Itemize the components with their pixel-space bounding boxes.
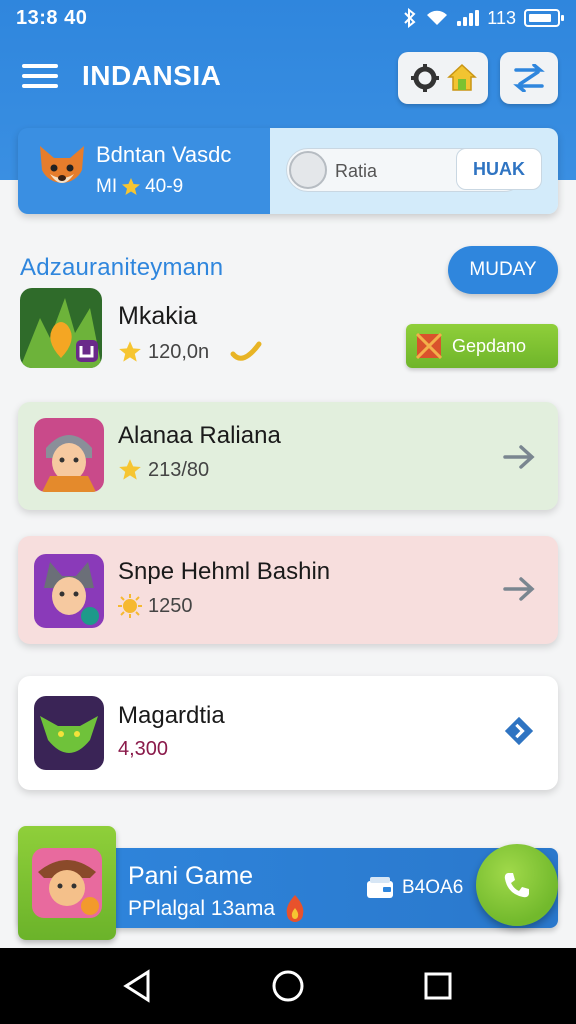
banner-subtitle: PPlalgal 13ama bbox=[128, 897, 276, 920]
game-score-1: 120,0n bbox=[118, 338, 263, 366]
recents-icon[interactable] bbox=[420, 968, 456, 1004]
game-icon-1[interactable] bbox=[20, 288, 102, 368]
sun-icon bbox=[118, 594, 142, 618]
arrow-right-icon[interactable] bbox=[502, 442, 536, 472]
banner-meta: B4OA6 bbox=[366, 876, 463, 900]
profile-card: Bdntan Vasdc MI 40-9 Ratia HUAK bbox=[18, 128, 558, 214]
banner-subtitle-row: PPlalgal 13ama bbox=[128, 894, 307, 924]
fox-avatar-icon bbox=[40, 146, 84, 183]
game-icon-3 bbox=[34, 554, 104, 628]
box-icon bbox=[416, 333, 442, 359]
game-score-3: 1250 bbox=[118, 594, 193, 618]
check-badge-icon bbox=[230, 341, 262, 361]
battery-icon bbox=[524, 9, 564, 27]
game-score-2: 213/80 bbox=[118, 458, 209, 482]
star-icon bbox=[122, 178, 141, 195]
game-card-3[interactable]: Snpe Hehml Bashin 1250 bbox=[18, 536, 558, 644]
profile-stats: MI 40-9 bbox=[96, 176, 183, 198]
toggle-label: Ratia bbox=[335, 161, 378, 181]
phone-icon bbox=[504, 873, 529, 898]
banner-meta-value: B4OA6 bbox=[402, 877, 464, 898]
game-name-1: Mkakia bbox=[118, 302, 198, 330]
battery-percent: 113 bbox=[487, 7, 516, 28]
back-icon[interactable] bbox=[120, 968, 156, 1004]
swap-button[interactable] bbox=[500, 52, 558, 104]
game-score-value: 4,300 bbox=[118, 738, 169, 760]
game-score-4: 4,300 bbox=[118, 738, 168, 761]
status-bar: 13:8 40 113 bbox=[0, 0, 576, 36]
status-time: 13:8 40 bbox=[16, 6, 88, 29]
game-icon-2 bbox=[34, 418, 104, 492]
banner-title: Pani Game bbox=[128, 862, 254, 890]
toggle-knob bbox=[289, 151, 327, 189]
profile-controls: Ratia HUAK bbox=[270, 128, 558, 214]
arrow-right-icon[interactable] bbox=[502, 574, 536, 604]
game-score-value: 213/80 bbox=[148, 458, 210, 481]
settings-icon bbox=[411, 64, 439, 92]
home-icon bbox=[447, 63, 477, 91]
home-nav-icon[interactable] bbox=[270, 968, 306, 1004]
deploy-label: Gepdano bbox=[452, 335, 527, 356]
featured-game-icon[interactable] bbox=[18, 826, 116, 940]
game-name-2: Alanaa Raliana bbox=[118, 422, 281, 449]
star-icon bbox=[119, 459, 141, 480]
game-name-4: Magardtia bbox=[118, 702, 225, 729]
game-name-3: Snpe Hehml Bashin bbox=[118, 558, 331, 585]
star-icon bbox=[119, 341, 141, 362]
status-icons: 113 bbox=[403, 7, 564, 29]
signal-icon bbox=[457, 10, 480, 26]
profile-level: MI bbox=[96, 176, 118, 197]
game-icon-4 bbox=[34, 696, 104, 770]
app-title: INDANSIA bbox=[82, 60, 222, 91]
swap-icon bbox=[513, 64, 545, 92]
profile-stars: 40-9 bbox=[145, 176, 184, 197]
menu-icon[interactable] bbox=[22, 64, 58, 88]
diamond-arrow-icon[interactable] bbox=[502, 716, 536, 746]
game-score-value: 1250 bbox=[148, 594, 193, 617]
muday-button[interactable]: MUDAY bbox=[448, 246, 558, 294]
game-card-4[interactable]: Magardtia 4,300 bbox=[18, 676, 558, 790]
section-title: Adzauraniteymann bbox=[20, 254, 224, 281]
wifi-icon bbox=[427, 10, 448, 25]
call-fab[interactable] bbox=[476, 844, 558, 926]
profile-info[interactable]: Bdntan Vasdc MI 40-9 bbox=[18, 128, 270, 214]
bluetooth-icon bbox=[404, 8, 416, 28]
settings-home-button[interactable] bbox=[398, 52, 488, 104]
profile-name: Bdntan Vasdc bbox=[96, 142, 232, 167]
game-score-value: 120,0n bbox=[148, 340, 210, 363]
app-bar: INDANSIA bbox=[0, 44, 576, 108]
deploy-button[interactable]: Gepdano bbox=[406, 324, 558, 368]
wallet-icon bbox=[367, 877, 393, 898]
system-nav-bar bbox=[0, 948, 576, 1024]
game-card-2[interactable]: Alanaa Raliana 213/80 bbox=[18, 402, 558, 510]
huak-button[interactable]: HUAK bbox=[456, 148, 542, 190]
flame-icon bbox=[286, 895, 304, 922]
